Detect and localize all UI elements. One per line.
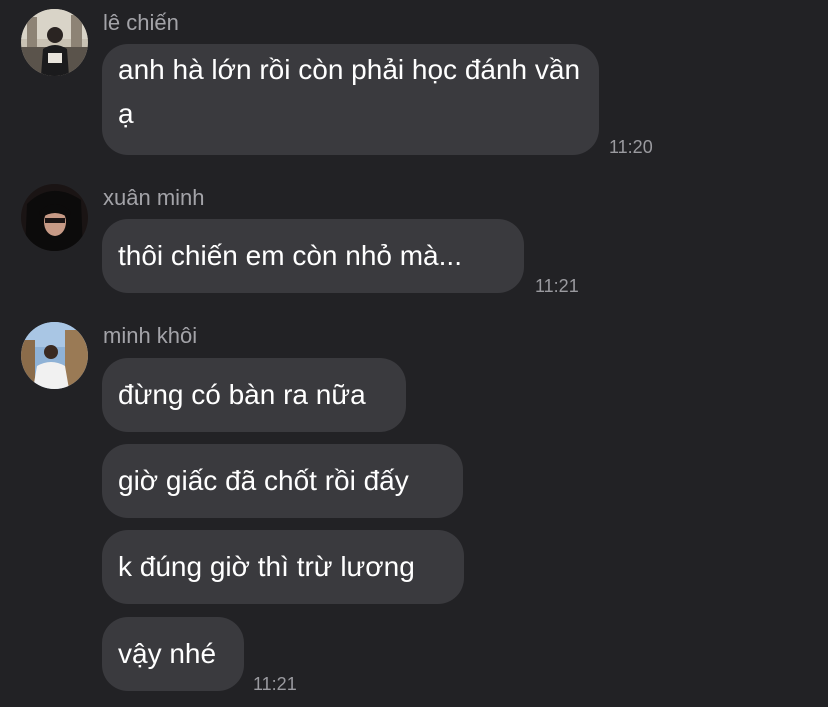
- avatar-photo-icon: [21, 184, 88, 251]
- message-timestamp: 11:21: [535, 276, 579, 296]
- message-text: anh hà lớn rồi còn phải học đánh vần ạ: [118, 54, 581, 129]
- avatar-xuan-minh[interactable]: [21, 184, 88, 251]
- sender-name: minh khôi: [103, 323, 198, 348]
- avatar-photo-icon: [21, 322, 88, 389]
- message-bubble[interactable]: anh hà lớn rồi còn phải học đánh vần ạ: [102, 44, 599, 155]
- avatar-le-chien[interactable]: [21, 9, 88, 76]
- message-text: thôi chiến em còn nhỏ mà...: [118, 240, 462, 271]
- message-bubble[interactable]: giờ giấc đã chốt rồi đấy: [102, 444, 463, 518]
- message-bubble[interactable]: vậy nhé: [102, 617, 244, 691]
- sender-name: lê chiến: [103, 10, 179, 35]
- avatar-minh-khoi[interactable]: [21, 322, 88, 389]
- message-text: đừng có bàn ra nữa: [118, 379, 366, 410]
- avatar-photo-icon: [21, 9, 88, 76]
- message-text: vậy nhé: [118, 638, 217, 669]
- sender-name: xuân minh: [103, 185, 205, 210]
- message-timestamp: 11:21: [253, 674, 297, 694]
- message-timestamp: 11:20: [609, 137, 653, 157]
- message-bubble[interactable]: đừng có bàn ra nữa: [102, 358, 406, 432]
- message-bubble[interactable]: k đúng giờ thì trừ lương: [102, 530, 464, 604]
- message-text: k đúng giờ thì trừ lương: [118, 551, 415, 582]
- message-bubble[interactable]: thôi chiến em còn nhỏ mà...: [102, 219, 524, 293]
- message-text: giờ giấc đã chốt rồi đấy: [118, 465, 409, 496]
